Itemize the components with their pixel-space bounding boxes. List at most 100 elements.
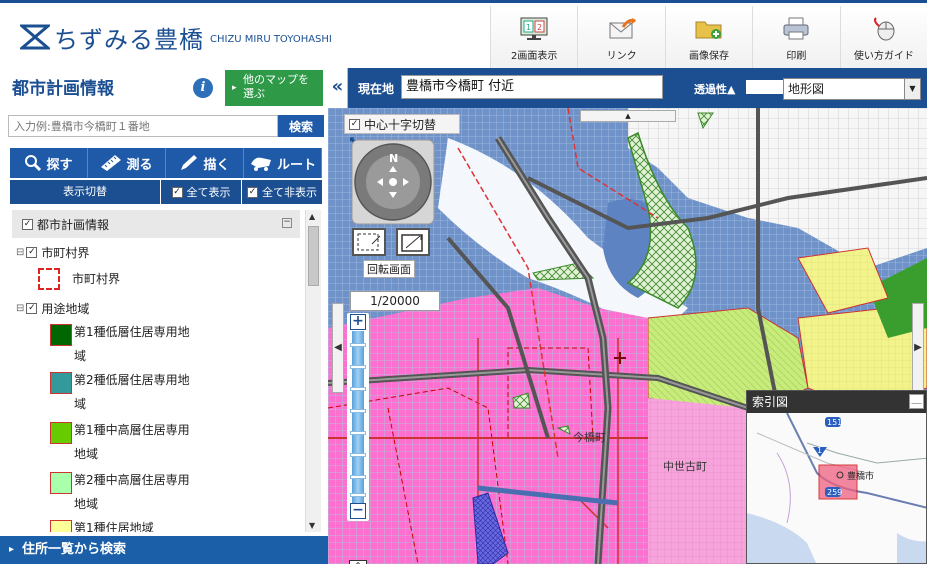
zoom-in-button[interactable]: + [350,314,366,330]
chevron-down-icon[interactable]: ▼ [904,79,920,99]
hide-all-label: 全て非表示 [262,186,317,199]
index-map-graphics[interactable]: 豊橋市 151 1 259 [747,413,927,564]
tree-group-zoning[interactable]: ⊟ ✓ 用途地域 [16,300,89,317]
route-1-label: 1 [817,446,822,455]
link-label: リンク [606,51,637,62]
group-zoning-checkbox[interactable]: ✓ [26,303,38,314]
zoom-tick[interactable] [350,343,366,347]
rotate-rect-icon [401,234,423,252]
group-boundary-checkbox[interactable]: ✓ [26,247,38,258]
zone3-swatch [50,422,72,444]
zoom-tick[interactable] [350,493,366,497]
zoom-tick[interactable] [350,409,366,413]
tab-measure-label: 測る [126,157,153,173]
group-zoning-label: 用途地域 [41,302,90,316]
mouse-guide-icon [873,17,895,41]
map-scale: 1/20000 [350,291,440,311]
crosshair-checkbox[interactable]: ✓ [349,118,360,130]
info-icon[interactable]: i [193,78,213,98]
collapse-panel-button[interactable]: « [328,68,348,108]
area-select-button[interactable] [352,228,386,256]
dual-screen-button[interactable]: 12 2画面表示 [490,6,578,68]
zoom-slider[interactable]: + − ⇕ [347,313,369,564]
zone4-label-line2: 地域 [74,497,99,511]
print-button[interactable]: 印刷 [752,6,840,68]
minimize-icon[interactable]: ＿ [909,394,924,409]
index-map-panel[interactable]: 索引図 ＿ 豊橋市 151 1 259 [746,390,927,564]
zoom-out-button[interactable]: − [350,503,366,519]
address-search-input[interactable] [8,115,278,137]
base-map-select[interactable]: 地形図 ▼ [783,78,921,100]
display-toggle-row: 表示切替 ✓ 全て表示 ✓ 全て非表示 [10,180,322,204]
address-list-search-button[interactable]: 住所一覧から検索 [0,536,328,564]
scroll-up-icon[interactable]: ▲ [309,212,315,221]
map-canvas[interactable]: 今橋町 中世古町 八町 ✓ 中心十字切替 ▲ ⬉ N 回転画面 1/20000 … [328,108,927,564]
other-map-button[interactable]: 他のマップを 選ぶ [225,70,323,106]
app-header: ちずみる豊橋 CHIZU MIRU TOYOHASHI 12 2画面表示 リンク [0,0,927,68]
zoom-tick[interactable] [350,365,366,369]
pan-right-button[interactable]: ▶ [912,303,924,393]
save-image-icon [695,21,722,39]
tab-measure[interactable]: 測る [88,148,166,178]
tab-draw-label: 描く [203,157,230,173]
pen-icon [181,155,198,170]
zoom-tick[interactable] [350,453,366,457]
logo-mark-icon [20,24,50,50]
panel-title-bar: 都市計画情報 i 他のマップを 選ぶ [0,68,328,106]
panel-title: 都市計画情報 [12,79,114,99]
hide-all-button[interactable]: ✓ 全て非表示 [241,180,322,204]
tree-scrollbar[interactable]: ▲ ▼ [305,210,321,532]
link-icon [609,18,636,39]
tab-route[interactable]: ルート [244,148,322,178]
dual-screen-label: 2画面表示 [511,51,558,62]
show-all-button[interactable]: ✓ 全て表示 [160,180,241,204]
map-top-bar: « 現在地 豊橋市今橋町 付近 透過性▲ 地形図 ▼ [328,68,927,108]
rotate-screen-label: 回転画面 [363,260,415,278]
tree-root-label: 都市計画情報 [37,217,110,232]
search-row: 検索 [8,115,324,137]
search-button[interactable]: 検索 [278,115,324,137]
rotate-screen-button[interactable] [396,228,430,256]
zoom-knob[interactable]: ⇕ [349,560,367,564]
link-button[interactable]: リンク [577,6,665,68]
tab-find[interactable]: 探す [10,148,88,178]
zoom-tick[interactable] [350,387,366,391]
map-place-label-nakaseko: 中世古町 [663,460,707,473]
show-all-label: 全て表示 [186,186,231,199]
map-place-label-imabashi: 今橋町 [573,430,606,444]
svg-text:1: 1 [526,23,531,32]
base-map-value: 地形図 [788,82,825,96]
route-151-label: 151 [827,418,842,427]
logo-subtext: CHIZU MIRU TOYOHASHI [210,33,332,45]
svg-text:2: 2 [537,23,542,32]
zone1-label-line1: 第1種低層住居専用地 [74,325,190,339]
tree-root-checkbox[interactable]: ✓ [22,218,33,230]
collapse-icon[interactable]: − [282,218,292,228]
scroll-thumb[interactable] [308,226,319,286]
tree-expand-icon[interactable]: ⊟ [16,303,24,314]
header-toolbar: 12 2画面表示 リンク 画像保存 印刷 使い方ガイド [490,6,927,68]
pan-left-button[interactable]: ◀ [332,303,344,393]
guide-button[interactable]: 使い方ガイド [839,6,927,68]
transparency-slider[interactable] [746,80,784,94]
tab-route-label: ルート [276,157,316,173]
save-image-button[interactable]: 画像保存 [664,6,753,68]
tree-expand-icon[interactable]: ⊟ [16,247,24,258]
pan-up-button[interactable]: ▲ [580,110,676,122]
compass-control[interactable]: N [350,138,436,228]
scroll-down-icon[interactable]: ▼ [309,521,315,530]
zoom-tick[interactable] [350,431,366,435]
transparency-label[interactable]: 透過性▲ [694,81,735,97]
layer-label-boundary: 市町村界 [72,272,121,286]
route-icon [250,157,271,171]
logo-text: ちずみる豊橋 [54,25,204,54]
zoom-tick[interactable] [350,475,366,479]
tree-root-row[interactable]: ✓ 都市計画情報 − [12,210,300,238]
tab-draw[interactable]: 描く [166,148,244,178]
crosshair-toggle[interactable]: ✓ 中心十字切替 [344,114,460,134]
site-logo[interactable]: ちずみる豊橋 CHIZU MIRU TOYOHASHI [20,21,332,54]
checkbox-checked-icon: ✓ [247,186,258,198]
tree-group-boundary[interactable]: ⊟ ✓ 市町村界 [16,244,89,261]
side-panel: 都市計画情報 i 他のマップを 選ぶ 検索 探す 測る 描く ルート 表示切替 … [0,68,328,564]
zone2-label-line1: 第2種低層住居専用地 [74,373,190,387]
